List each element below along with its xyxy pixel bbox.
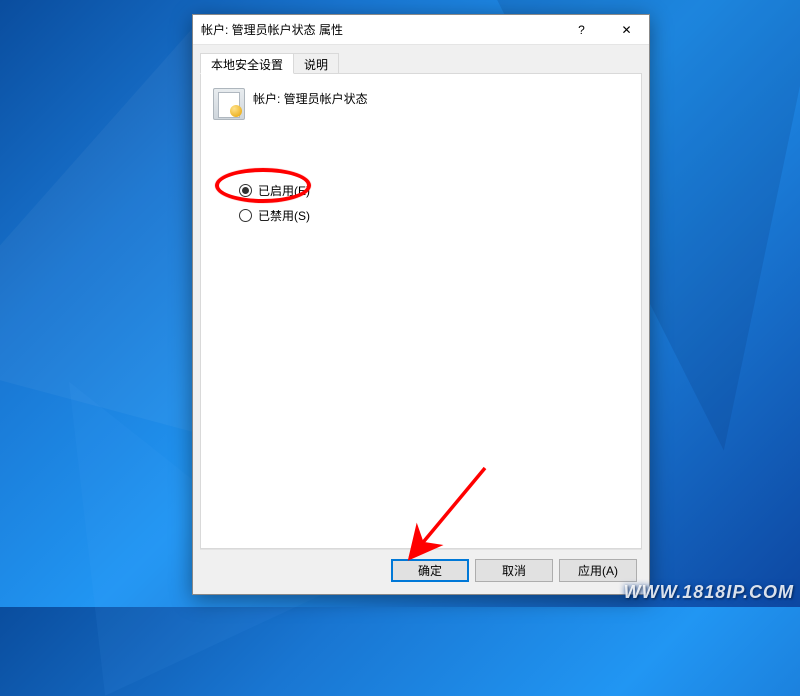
tab-label: 本地安全设置 [211, 58, 283, 72]
close-button[interactable]: ✕ [604, 15, 649, 44]
radio-disabled[interactable]: 已禁用(S) [239, 207, 629, 224]
radio-label: 已启用(E) [258, 182, 310, 199]
radio-indicator-icon [239, 209, 252, 222]
radio-label: 已禁用(S) [258, 207, 310, 224]
window-title: 帐户: 管理员帐户状态 属性 [201, 21, 559, 38]
watermark-text: WWW.1818IP.COM [624, 582, 794, 603]
help-icon: ? [578, 23, 585, 37]
policy-title: 帐户: 管理员帐户状态 [253, 88, 368, 107]
radio-enabled[interactable]: 已启用(E) [239, 182, 629, 199]
radio-indicator-icon [239, 184, 252, 197]
tab-label: 说明 [304, 58, 328, 72]
close-icon: ✕ [621, 23, 631, 37]
dialog-client-area: 本地安全设置 说明 帐户: 管理员帐户状态 已启用(E) 已禁用(S) [193, 45, 649, 594]
dialog-button-row: 确定 取消 应用(A) [200, 549, 642, 591]
policy-header: 帐户: 管理员帐户状态 [213, 88, 629, 120]
button-label: 取消 [502, 562, 526, 579]
apply-button[interactable]: 应用(A) [559, 559, 637, 582]
tab-strip: 本地安全设置 说明 [200, 53, 642, 74]
cancel-button[interactable]: 取消 [475, 559, 553, 582]
ok-button[interactable]: 确定 [391, 559, 469, 582]
button-label: 应用(A) [578, 562, 618, 579]
button-label: 确定 [418, 562, 442, 579]
help-button[interactable]: ? [559, 15, 604, 44]
radio-group-state: 已启用(E) 已禁用(S) [239, 182, 629, 224]
tab-explain[interactable]: 说明 [293, 53, 339, 74]
security-policy-icon [213, 88, 245, 120]
properties-dialog: 帐户: 管理员帐户状态 属性 ? ✕ 本地安全设置 说明 帐户: 管理员帐户状态 [192, 14, 650, 595]
titlebar[interactable]: 帐户: 管理员帐户状态 属性 ? ✕ [193, 15, 649, 45]
tab-local-security[interactable]: 本地安全设置 [200, 53, 294, 74]
tab-page-content: 帐户: 管理员帐户状态 已启用(E) 已禁用(S) [200, 73, 642, 549]
